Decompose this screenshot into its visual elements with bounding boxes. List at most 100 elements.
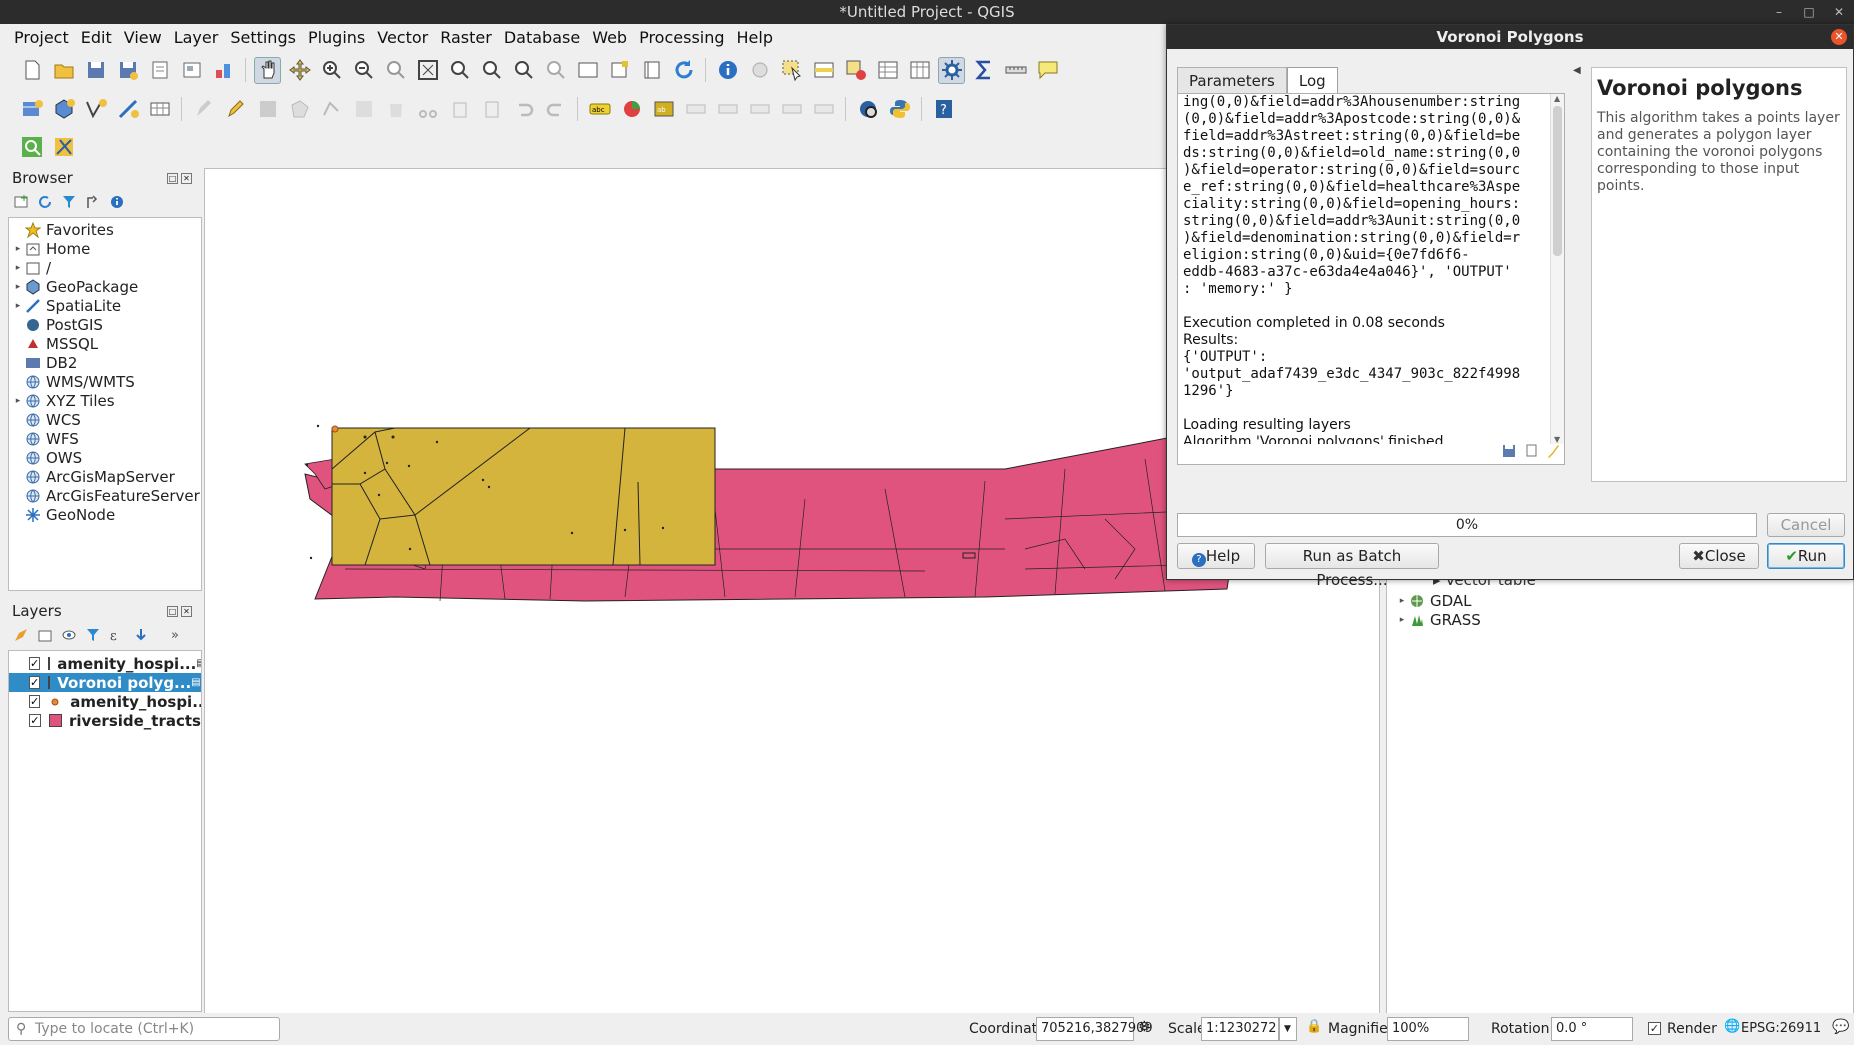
zoom-out-icon[interactable]: [350, 57, 377, 84]
browser-item-geonode[interactable]: GeoNode: [9, 505, 201, 524]
change-label-icon[interactable]: [810, 96, 837, 123]
properties-info-icon[interactable]: [108, 193, 126, 211]
close-panel-icon[interactable]: ✕: [181, 605, 192, 617]
zoom-to-layer-icon[interactable]: [478, 57, 505, 84]
attribute-table-icon[interactable]: [874, 57, 901, 84]
layer-visibility-checkbox[interactable]: ✓: [29, 676, 41, 689]
new-spatialite-layer-icon[interactable]: [114, 96, 141, 123]
browser-item-spatialite[interactable]: ▸ SpatiaLite: [9, 296, 201, 315]
browser-item-geopackage[interactable]: ▸ GeoPackage: [9, 277, 201, 296]
scale-dropdown-icon[interactable]: ▼: [1279, 1017, 1297, 1041]
paste-features-icon[interactable]: [478, 96, 505, 123]
browser-item-wfs[interactable]: WFS: [9, 429, 201, 448]
magnifier-field[interactable]: 100%: [1387, 1017, 1469, 1041]
copy-log-icon[interactable]: [1524, 444, 1538, 462]
clear-log-icon[interactable]: [1546, 444, 1560, 462]
coordinate-field[interactable]: 705216,3827909: [1036, 1017, 1153, 1041]
new-print-layout-icon[interactable]: [146, 57, 173, 84]
expand-arrow-icon[interactable]: ▸: [11, 263, 25, 273]
new-geopackage-layer-icon[interactable]: [50, 96, 77, 123]
collapse-help-icon[interactable]: ◀: [1573, 65, 1581, 76]
menu-project[interactable]: Project: [8, 26, 75, 52]
run-batch-button[interactable]: Run as Batch Process...: [1265, 543, 1439, 589]
add-selected-layers-icon[interactable]: [12, 193, 30, 211]
browser-item-arcgismapserver[interactable]: ArcGisMapServer: [9, 467, 201, 486]
layer-visibility-checkbox[interactable]: ✓: [29, 714, 41, 727]
modify-attributes-icon[interactable]: [350, 96, 377, 123]
open-layer-styling-icon[interactable]: [12, 626, 30, 644]
refresh-icon[interactable]: [670, 57, 697, 84]
expand-arrow-icon[interactable]: ▸: [11, 301, 25, 311]
layout-manager-icon[interactable]: [178, 57, 205, 84]
maximize-icon[interactable]: □: [1794, 0, 1824, 24]
menu-help[interactable]: Help: [731, 26, 779, 52]
menu-database[interactable]: Database: [498, 26, 586, 52]
attribute-select-icon[interactable]: [810, 57, 837, 84]
expand-arrow-icon[interactable]: ▸: [1395, 596, 1409, 606]
plugin-tool-icon[interactable]: [50, 134, 77, 161]
map-tips-icon[interactable]: [1034, 57, 1061, 84]
zoom-in-icon[interactable]: [318, 57, 345, 84]
browser-item-wcs[interactable]: WCS: [9, 410, 201, 429]
statistical-summary-icon[interactable]: [970, 57, 997, 84]
browser-item-wms-wmts[interactable]: WMS/WMTS: [9, 372, 201, 391]
expand-arrow-icon[interactable]: ▸: [11, 396, 25, 406]
scroll-up-icon[interactable]: ▲: [1554, 94, 1560, 103]
new-virtual-layer-icon[interactable]: [146, 96, 173, 123]
rotate-label-icon[interactable]: [778, 96, 805, 123]
current-edits-icon[interactable]: [190, 96, 217, 123]
refresh-browser-icon[interactable]: [36, 193, 54, 211]
manage-visibility-icon[interactable]: [60, 626, 78, 644]
expand-arrow-icon[interactable]: ▸: [11, 244, 25, 254]
filter-browser-icon[interactable]: [60, 193, 78, 211]
new-3d-map-view-icon[interactable]: [606, 57, 633, 84]
show-hide-labels-icon[interactable]: [714, 96, 741, 123]
move-label-icon[interactable]: [746, 96, 773, 123]
zoom-rubberband-icon[interactable]: [382, 57, 409, 84]
pan-to-selection-icon[interactable]: [286, 57, 313, 84]
cut-features-icon[interactable]: [414, 96, 441, 123]
menu-plugins[interactable]: Plugins: [302, 26, 371, 52]
browser-item-ows[interactable]: OWS: [9, 448, 201, 467]
close-panel-icon[interactable]: ✕: [181, 172, 192, 184]
select-features-icon[interactable]: [778, 57, 805, 84]
toggle-extents-icon[interactable]: ⚙: [1138, 1019, 1151, 1035]
locator-search-input[interactable]: ⚲ Type to locate (Ctrl+K): [8, 1017, 280, 1041]
browser-item-postgis[interactable]: PostGIS: [9, 315, 201, 334]
style-manager-icon[interactable]: [210, 57, 237, 84]
expand-arrow-icon[interactable]: ▸: [1395, 615, 1409, 625]
zoom-full-icon[interactable]: [414, 57, 441, 84]
expand-all-icon[interactable]: [132, 626, 150, 644]
browser-item-mssql[interactable]: MSSQL: [9, 334, 201, 353]
open-project-icon[interactable]: [50, 57, 77, 84]
locator-search-icon[interactable]: [18, 134, 45, 161]
minimize-icon[interactable]: –: [1764, 0, 1794, 24]
expand-arrow-icon[interactable]: ▸: [11, 282, 25, 292]
save-as-icon[interactable]: [114, 57, 141, 84]
menu-web[interactable]: Web: [586, 26, 633, 52]
close-button[interactable]: ✖Close: [1679, 543, 1759, 569]
vertex-tool-icon[interactable]: [318, 96, 345, 123]
browser-item-arcgisfeatureserver[interactable]: ArcGisFeatureServer: [9, 486, 201, 505]
menu-processing[interactable]: Processing: [633, 26, 730, 52]
metasearch-icon[interactable]: [854, 96, 881, 123]
zoom-native-icon[interactable]: [510, 57, 537, 84]
pin-labels-icon[interactable]: [682, 96, 709, 123]
float-panel-icon[interactable]: □: [167, 605, 178, 617]
new-project-icon[interactable]: [18, 57, 45, 84]
diagram-tool-icon[interactable]: [618, 96, 645, 123]
cancel-button[interactable]: Cancel: [1767, 513, 1845, 537]
float-panel-icon[interactable]: □: [167, 172, 178, 184]
deselect-all-icon[interactable]: [842, 57, 869, 84]
menu-raster[interactable]: Raster: [434, 26, 498, 52]
lock-icon[interactable]: 🔒: [1306, 1019, 1322, 1034]
action-icon[interactable]: [746, 57, 773, 84]
layer-item[interactable]: ✓amenity_hospi...▤: [9, 654, 201, 673]
menu-layer[interactable]: Layer: [168, 26, 225, 52]
save-log-icon[interactable]: [1502, 444, 1516, 462]
layer-item[interactable]: ✓amenity_hospi...▤: [9, 692, 201, 711]
scroll-down-icon[interactable]: ▼: [1554, 435, 1560, 444]
browser-item-xyz-tiles[interactable]: ▸ XYZ Tiles: [9, 391, 201, 410]
temporal-controller-icon[interactable]: [638, 57, 665, 84]
zoom-last-icon[interactable]: [542, 57, 569, 84]
